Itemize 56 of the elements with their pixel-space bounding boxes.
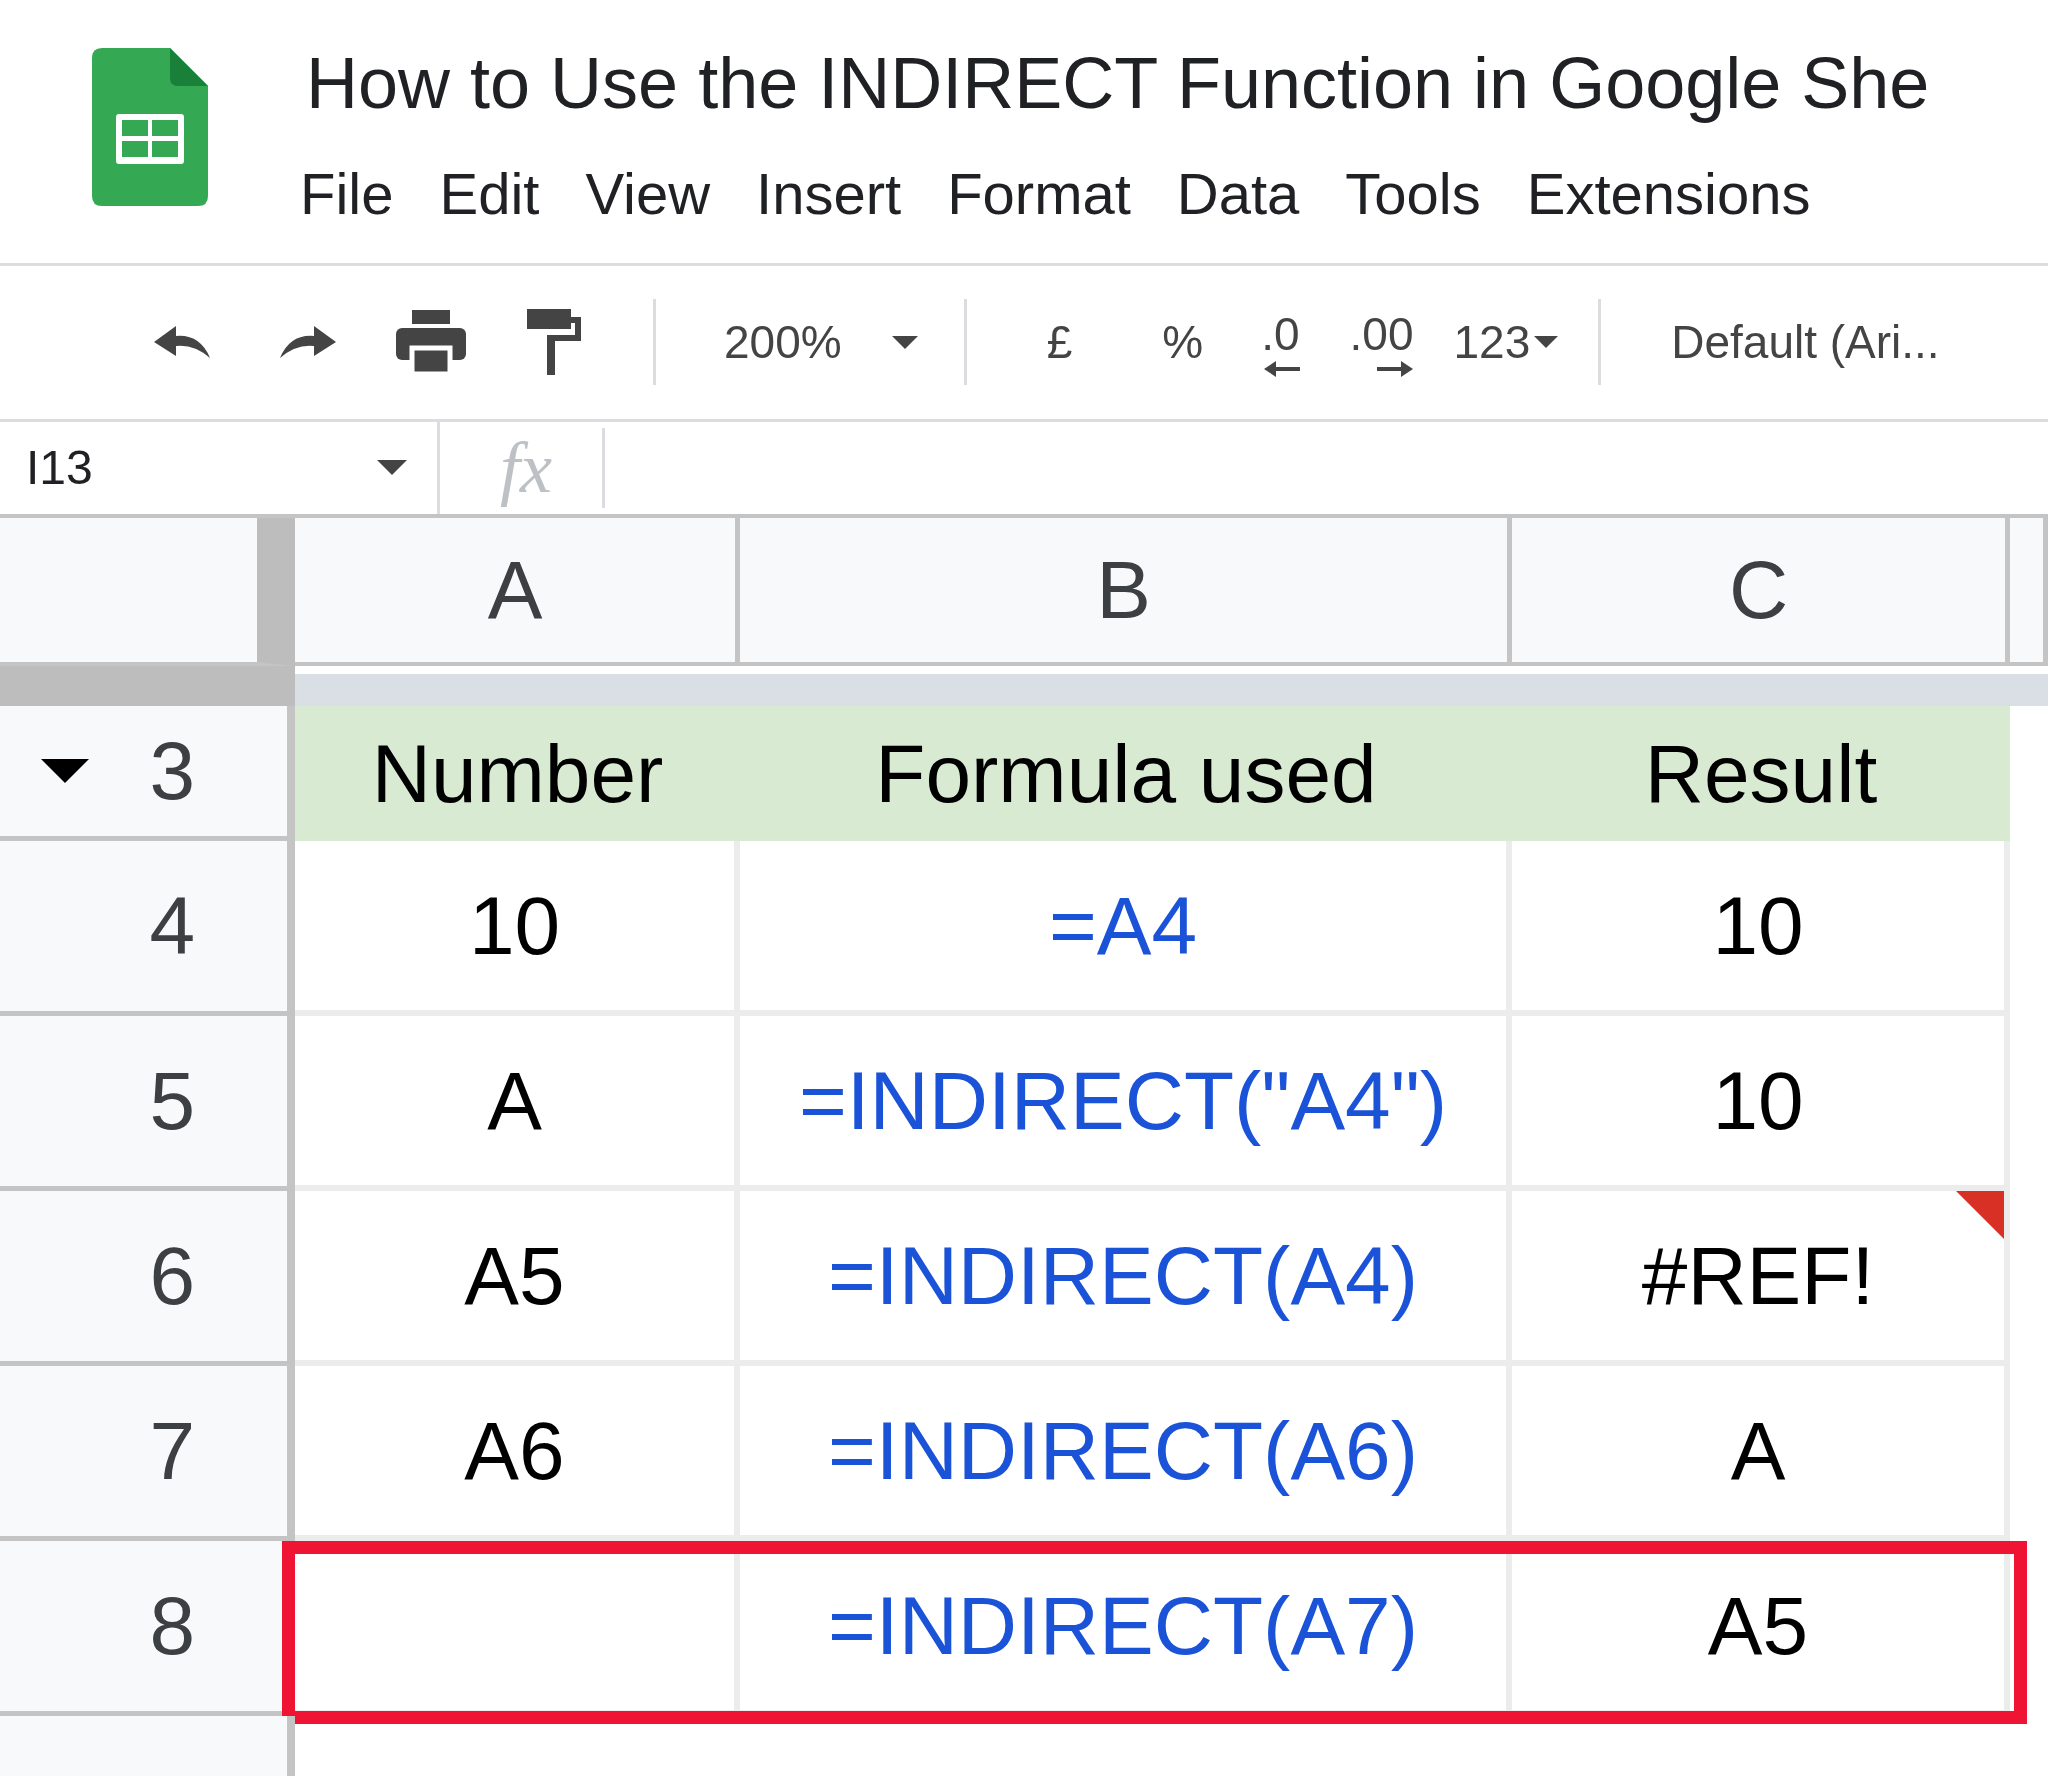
row-number: 6 [149, 1229, 195, 1323]
dropdown-caret-icon [1534, 336, 1559, 349]
table-cell: 10 [1512, 1016, 2010, 1191]
formula-cell: =INDIRECT(A4) [740, 1191, 1512, 1366]
collapse-triangle-icon[interactable] [41, 759, 90, 783]
table-cell: 10 [295, 841, 740, 1016]
printer-icon [396, 310, 466, 375]
menu-item[interactable]: Insert [756, 160, 902, 227]
zoom-dropdown[interactable]: 200% [724, 315, 918, 370]
right-arrow-icon [1377, 361, 1414, 378]
row-number: 5 [149, 1054, 195, 1148]
menu-item[interactable]: Format [947, 160, 1131, 227]
left-arrow-icon [1263, 361, 1300, 378]
menu-item[interactable]: View [585, 160, 711, 227]
row-number: 4 [149, 879, 195, 973]
row-header[interactable]: 5 [0, 1016, 295, 1191]
increase-decimal-button[interactable]: .00 [1349, 307, 1414, 378]
document-title[interactable]: How to Use the INDIRECT Function in Google She [306, 38, 1930, 128]
row-number: 7 [149, 1404, 195, 1498]
decrease-decimal-button[interactable]: .0 [1261, 307, 1300, 378]
row-header[interactable]: 6 [0, 1191, 295, 1366]
font-dropdown[interactable]: Default (Ari... [1671, 315, 1940, 370]
dropdown-caret-icon [891, 335, 918, 349]
spreadsheet-logo-icon [92, 48, 208, 206]
table-cell: A5 [295, 1191, 740, 1366]
table-cell: A [295, 1016, 740, 1191]
column-header[interactable]: C [1512, 518, 2010, 666]
row-header[interactable]: 7 [0, 1366, 295, 1541]
column-title-cell: Number [295, 706, 740, 841]
row-header[interactable]: 4 [0, 841, 295, 1016]
formula-cell: =A4 [740, 841, 1512, 1016]
column-header[interactable]: A [295, 518, 740, 666]
row-number: 8 [149, 1579, 195, 1673]
menu-item[interactable]: Tools [1345, 160, 1481, 227]
table-cell: A6 [295, 1366, 740, 1541]
number-format-dropdown[interactable]: 123 [1453, 315, 1559, 370]
column-header[interactable]: B [740, 518, 1512, 666]
table-cell: A [1512, 1366, 2010, 1541]
column-title-cell: Result [1512, 706, 2010, 841]
menu-item[interactable]: Data [1176, 160, 1300, 227]
table-cell: 10 [1512, 841, 2010, 1016]
menu-item[interactable]: Edit [439, 160, 540, 227]
menu-item[interactable]: Extensions [1526, 160, 1811, 227]
name-box[interactable]: I13 [0, 421, 440, 514]
menu-item[interactable]: File [300, 160, 394, 227]
paint-roller-icon [527, 309, 583, 376]
row-header[interactable]: 3 [0, 706, 295, 841]
table-cell: #REF! [1512, 1191, 2010, 1366]
dropdown-caret-icon [377, 460, 407, 476]
formula-label: fx [440, 427, 605, 508]
row-number: 3 [149, 724, 195, 818]
formula-cell: =INDIRECT(A6) [740, 1366, 1512, 1541]
formula-cell: =INDIRECT("A4") [740, 1016, 1512, 1191]
column-title-cell: Formula used [740, 706, 1512, 841]
percent-format-button[interactable]: % [1162, 315, 1204, 370]
currency-format-button[interactable]: £ [1046, 315, 1073, 370]
